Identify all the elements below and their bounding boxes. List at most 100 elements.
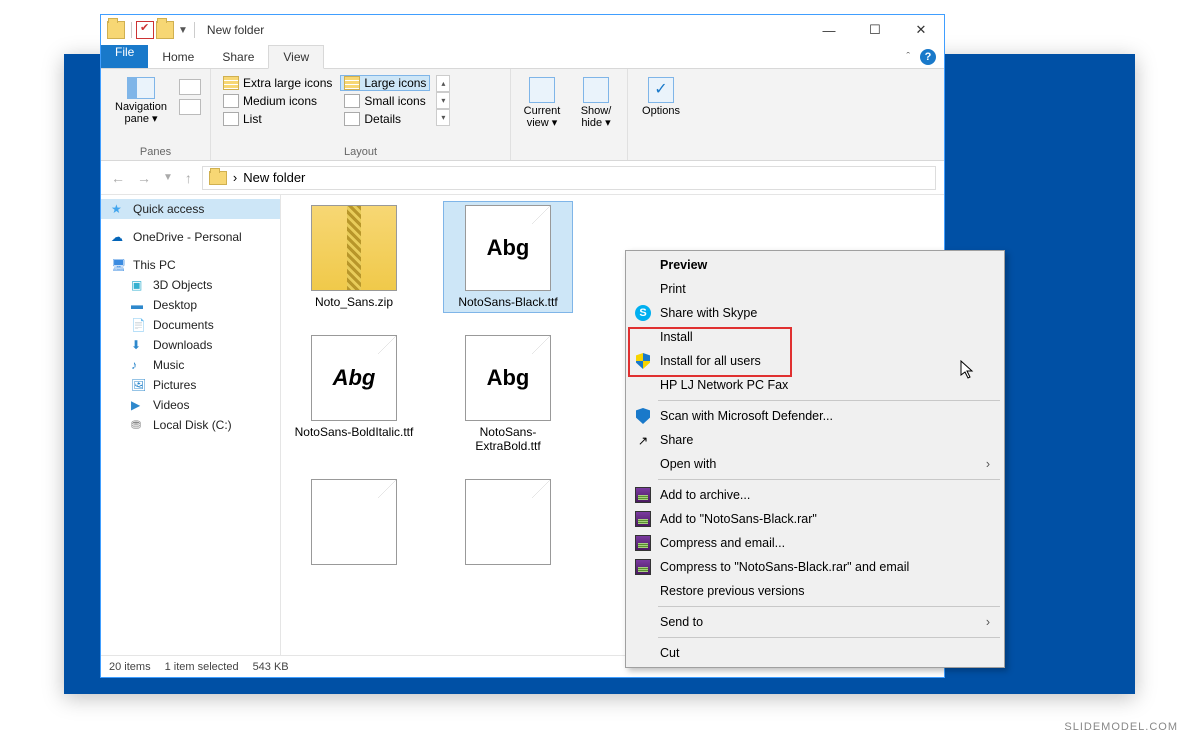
separator — [658, 400, 1000, 401]
file-item[interactable]: Abg NotoSans-ExtraBold.ttf — [443, 331, 573, 457]
sidebar-item-local-disk[interactable]: ⛃Local Disk (C:) — [101, 415, 280, 435]
file-menu[interactable]: File — [101, 45, 148, 68]
share-icon: ↗ — [634, 431, 652, 449]
font-icon: Abg — [465, 335, 551, 421]
defender-icon — [634, 407, 652, 425]
ctx-hp-fax[interactable]: HP LJ Network PC Fax — [628, 373, 1002, 397]
history-dropdown[interactable]: ▼ — [161, 172, 175, 183]
current-view-icon — [529, 77, 555, 103]
ctx-add-archive[interactable]: Add to archive... — [628, 483, 1002, 507]
titlebar[interactable]: ✔ ▼ New folder — ☐ ✕ — [101, 15, 944, 45]
options-button[interactable]: Options — [634, 73, 688, 117]
help-icon[interactable]: ? — [920, 49, 936, 65]
ctx-open-with[interactable]: Open with› — [628, 452, 1002, 476]
tab-home[interactable]: Home — [148, 45, 208, 68]
minimize-button[interactable]: — — [806, 15, 852, 45]
pictures-icon: 🖼 — [131, 378, 147, 392]
sidebar-item-documents[interactable]: 📄Documents — [101, 315, 280, 335]
music-icon: ♪ — [131, 358, 147, 372]
ctx-share-skype[interactable]: SShare with Skype — [628, 301, 1002, 325]
breadcrumb-folder[interactable]: New folder — [243, 170, 305, 185]
current-view-button[interactable]: Current view ▾ — [515, 73, 569, 160]
sidebar-item-desktop[interactable]: ▬Desktop — [101, 295, 280, 315]
file-name: NotoSans-BoldItalic.ttf — [295, 425, 414, 439]
menubar: File Home Share View ˆ ? — [101, 45, 944, 69]
breadcrumb[interactable]: › New folder — [202, 166, 936, 190]
cloud-icon: ☁ — [111, 230, 127, 244]
group-label: Panes — [109, 146, 202, 160]
layout-details[interactable]: Details — [340, 111, 430, 127]
layout-more[interactable]: ▾ — [436, 109, 450, 126]
documents-icon: 📄 — [131, 318, 147, 332]
file-item[interactable] — [443, 475, 573, 573]
ctx-compress-rar-email[interactable]: Compress to "NotoSans-Black.rar" and ema… — [628, 555, 1002, 579]
tab-view[interactable]: View — [268, 45, 324, 69]
folder-icon — [156, 21, 174, 39]
details-pane-icon[interactable] — [179, 99, 201, 115]
sidebar-item-pictures[interactable]: 🖼Pictures — [101, 375, 280, 395]
sidebar-item-this-pc[interactable]: 🖥This PC — [101, 255, 280, 275]
zip-icon — [311, 205, 397, 291]
show-hide-icon — [583, 77, 609, 103]
ctx-restore-versions[interactable]: Restore previous versions — [628, 579, 1002, 603]
ctx-defender-scan[interactable]: Scan with Microsoft Defender... — [628, 404, 1002, 428]
layout-scroll-down[interactable]: ▾ — [436, 92, 450, 109]
address-bar: ← → ▼ ↑ › New folder — [101, 161, 944, 195]
layout-extra-large[interactable]: Extra large icons — [219, 75, 336, 91]
sidebar-item-onedrive[interactable]: ☁OneDrive - Personal — [101, 227, 280, 247]
options-icon — [648, 77, 674, 103]
status-selection: 1 item selected — [165, 661, 239, 673]
preview-pane-icon[interactable] — [179, 79, 201, 95]
ctx-install-all-users[interactable]: Install for all users — [628, 349, 1002, 373]
pc-icon: 🖥 — [111, 258, 127, 272]
window-title: New folder — [207, 23, 264, 37]
sidebar-item-downloads[interactable]: ⬇Downloads — [101, 335, 280, 355]
collapse-ribbon-icon[interactable]: ˆ — [906, 51, 910, 63]
dropdown-caret-icon[interactable]: ▼ — [178, 25, 188, 36]
layout-scroll-up[interactable]: ▴ — [436, 75, 450, 92]
ctx-print[interactable]: Print — [628, 277, 1002, 301]
context-menu: Preview Print SShare with Skype Install … — [625, 250, 1005, 668]
font-icon: Abg — [311, 335, 397, 421]
close-button[interactable]: ✕ — [898, 15, 944, 45]
ctx-compress-email[interactable]: Compress and email... — [628, 531, 1002, 555]
maximize-button[interactable]: ☐ — [852, 15, 898, 45]
ctx-cut[interactable]: Cut — [628, 641, 1002, 665]
show-hide-button[interactable]: Show/ hide ▾ — [569, 73, 623, 160]
file-name: NotoSans-ExtraBold.ttf — [448, 425, 568, 453]
separator — [658, 606, 1000, 607]
file-item[interactable]: Noto_Sans.zip — [289, 201, 419, 313]
file-item[interactable]: Abg NotoSans-Black.ttf — [443, 201, 573, 313]
star-icon: ★ — [111, 202, 127, 216]
breadcrumb-sep: › — [233, 170, 237, 185]
sidebar-item-music[interactable]: ♪Music — [101, 355, 280, 375]
ctx-install[interactable]: Install — [628, 325, 1002, 349]
sidebar-item-quick-access[interactable]: ★Quick access — [101, 199, 280, 219]
navigation-pane-button[interactable]: Navigation pane ▾ — [109, 77, 173, 125]
ctx-send-to[interactable]: Send to› — [628, 610, 1002, 634]
layout-medium[interactable]: Medium icons — [219, 93, 336, 109]
file-name: NotoSans-Black.ttf — [458, 295, 557, 309]
winrar-icon — [634, 558, 652, 576]
status-size: 543 KB — [253, 661, 289, 673]
winrar-icon — [634, 486, 652, 504]
back-button[interactable]: ← — [109, 170, 127, 186]
ctx-preview[interactable]: Preview — [628, 253, 1002, 277]
up-button[interactable]: ↑ — [183, 170, 194, 186]
layout-list[interactable]: List — [219, 111, 336, 127]
ctx-share[interactable]: ↗Share — [628, 428, 1002, 452]
folder-icon — [209, 171, 227, 185]
tab-share[interactable]: Share — [208, 45, 268, 68]
layout-large[interactable]: Large icons — [340, 75, 430, 91]
sidebar-item-3d-objects[interactable]: ▣3D Objects — [101, 275, 280, 295]
separator — [658, 479, 1000, 480]
layout-small[interactable]: Small icons — [340, 93, 430, 109]
font-icon — [465, 479, 551, 565]
forward-button[interactable]: → — [135, 170, 153, 186]
file-item[interactable]: Abg NotoSans-BoldItalic.ttf — [289, 331, 419, 457]
quickaccess-icon: ✔ — [136, 21, 154, 39]
sidebar-item-videos[interactable]: ▶Videos — [101, 395, 280, 415]
cube-icon: ▣ — [131, 278, 147, 292]
file-item[interactable] — [289, 475, 419, 573]
ctx-add-rar[interactable]: Add to "NotoSans-Black.rar" — [628, 507, 1002, 531]
